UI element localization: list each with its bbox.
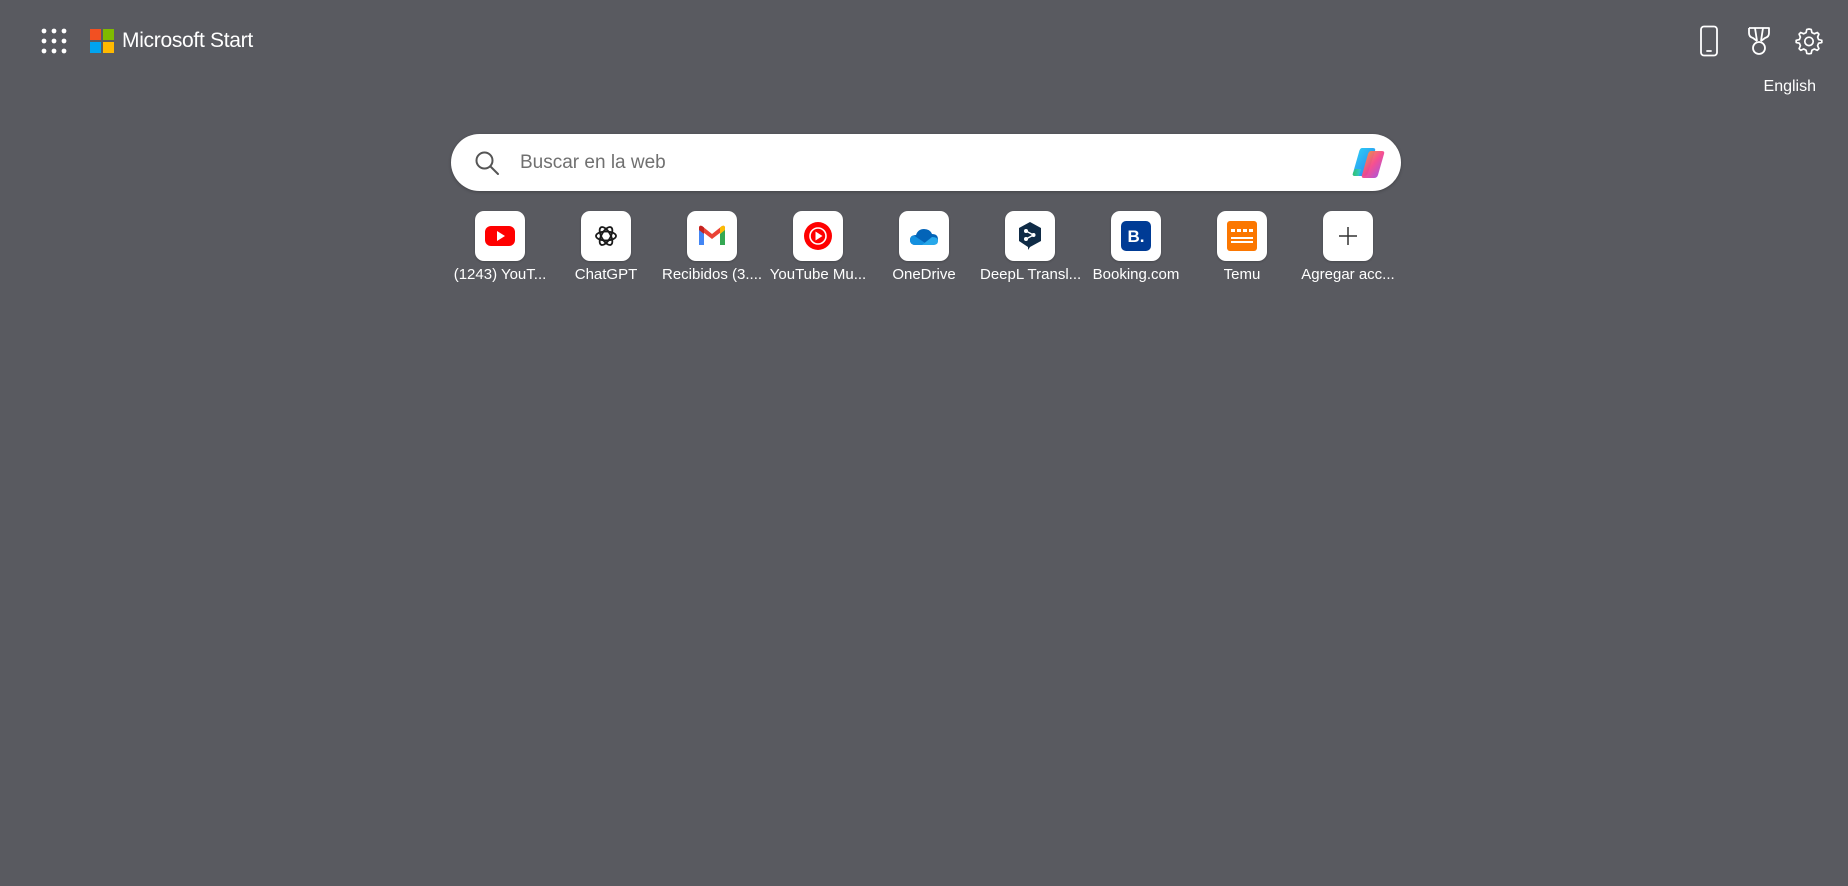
onedrive-icon [899,211,949,261]
youtube-music-icon [793,211,843,261]
brand-link[interactable]: Microsoft Start [90,29,253,53]
apps-grid-icon[interactable] [40,27,68,55]
quick-link-deepl[interactable]: DeepL Transl... [977,211,1083,283]
deepl-icon [1005,211,1055,261]
svg-text:B.: B. [1128,227,1145,246]
quick-link-label: ChatGPT [574,266,638,283]
quick-link-label: YouTube Mu... [769,266,867,283]
quick-link-label: Booking.com [1092,266,1180,283]
quick-link-temu[interactable]: Temu [1189,211,1295,283]
language-link[interactable]: English [1764,78,1816,96]
chatgpt-icon [581,211,631,261]
quick-link-chatgpt[interactable]: ChatGPT [553,211,659,283]
quick-link-label: Recibidos (3.... [662,266,762,283]
copilot-icon[interactable] [1347,141,1391,185]
booking-icon: B. [1111,211,1161,261]
page: Microsoft Start English Buscar en la web… [0,0,1848,886]
plus-icon [1323,211,1373,261]
search-bar [451,134,1401,191]
quick-link-label: Agregar acc... [1301,266,1395,283]
microsoft-logo-icon [90,29,114,53]
quick-link-onedrive[interactable]: OneDrive [871,211,977,283]
quick-link-label: OneDrive [892,266,956,283]
search-input[interactable] [518,150,1347,175]
gear-icon[interactable] [1794,24,1824,58]
quick-link-label: (1243) YouT... [453,266,547,283]
trophy-icon[interactable] [1744,24,1774,58]
quick-links: (1243) YouT... ChatGPT Recibidos (3.... … [447,211,1401,283]
quick-link-booking[interactable]: B. Booking.com [1083,211,1189,283]
quick-link-label: Temu [1223,266,1261,283]
quick-link-label: DeepL Transl... [980,266,1080,283]
temu-icon [1217,211,1267,261]
youtube-icon [475,211,525,261]
top-bar: Microsoft Start English [0,0,1848,95]
quick-link-youtube[interactable]: (1243) YouT... [447,211,553,283]
top-icons [1694,24,1824,58]
search-icon[interactable] [473,149,501,177]
brand-name: Microsoft Start [122,29,253,52]
gmail-icon [687,211,737,261]
add-shortcut-button[interactable]: Agregar acc... [1295,211,1401,283]
quick-link-youtube-music[interactable]: YouTube Mu... [765,211,871,283]
phone-icon[interactable] [1694,24,1724,58]
quick-link-gmail[interactable]: Recibidos (3.... [659,211,765,283]
